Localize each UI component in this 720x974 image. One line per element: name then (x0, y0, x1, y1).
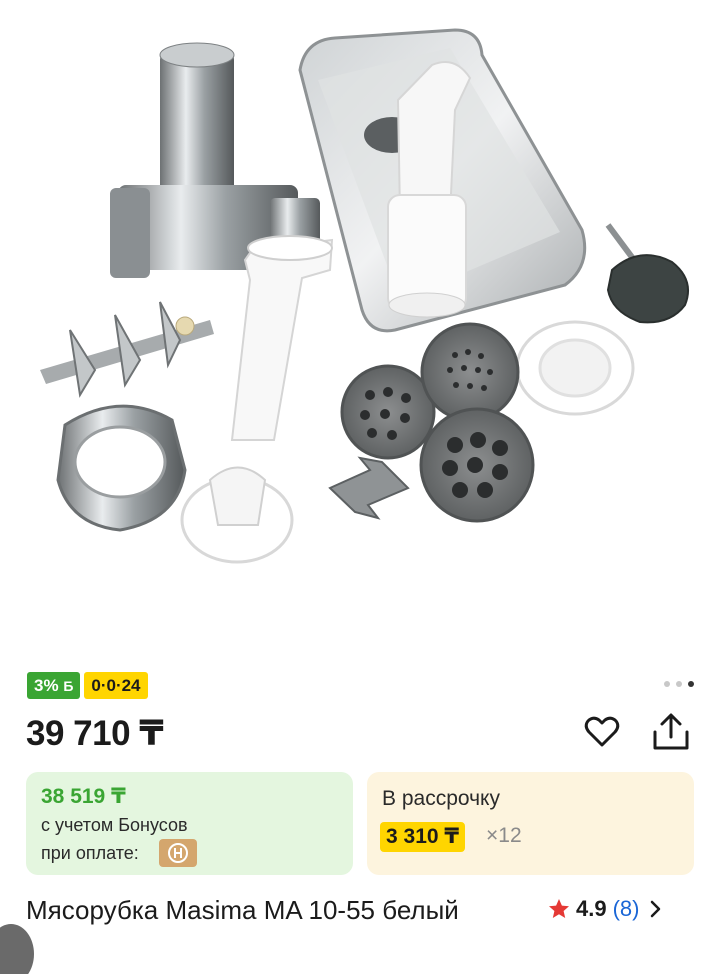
installment-monthly: 3 310 ₸ (380, 822, 465, 852)
bonus-badge-suffix: Б (63, 678, 74, 694)
chevron-right-icon (651, 900, 661, 918)
product-image[interactable] (0, 0, 720, 660)
floating-handle[interactable] (0, 924, 34, 974)
bonus-badge-value: 3% (34, 676, 59, 695)
payment-service-icon (159, 839, 197, 867)
bonus-payment-caption: при оплате: (41, 843, 139, 863)
rating-score: 4.9 (576, 896, 607, 921)
share-icon (653, 713, 689, 750)
installment-title: В рассрочку (382, 787, 500, 810)
bonus-badge: 3% Б (27, 672, 81, 699)
bonus-price: 38 519 ₸ (41, 785, 126, 808)
favorite-button[interactable] (582, 712, 622, 752)
reviews-count[interactable]: (8) (613, 896, 640, 922)
gallery-dot[interactable] (664, 681, 670, 687)
gallery-dot-active[interactable] (688, 681, 694, 687)
bonus-price-card[interactable]: 38 519 ₸ с учетом Бонусов при оплате: (26, 772, 353, 875)
gallery-pagination (664, 681, 694, 687)
product-title: Мясорубка Masima MA 10-55 белый (26, 895, 459, 925)
promo-badges: 3% Б 0·0·24 (27, 672, 148, 699)
installment-months: ×12 (486, 824, 522, 847)
product-price: 39 710 ₸ (26, 714, 164, 753)
installment-badge: 0·0·24 (84, 672, 148, 699)
heart-icon (584, 716, 620, 747)
share-button[interactable] (649, 710, 693, 754)
bonus-caption: с учетом Бонусов (41, 815, 188, 835)
rating-link[interactable]: 4.9 (8) (547, 894, 663, 924)
payment-service-glyph (168, 843, 188, 863)
product-photo (40, 28, 689, 564)
gallery-dot[interactable] (676, 681, 682, 687)
installment-card[interactable]: В рассрочку 3 310 ₸ ×12 (367, 772, 694, 875)
star-icon (549, 899, 569, 918)
